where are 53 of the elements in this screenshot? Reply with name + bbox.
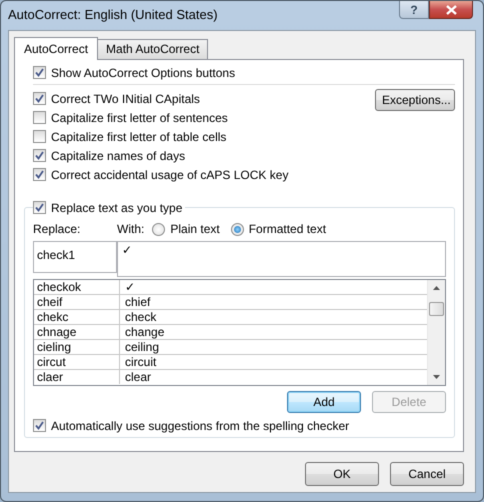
checkbox[interactable]	[33, 168, 46, 181]
table-cell[interactable]: chief	[120, 295, 427, 309]
radio-button[interactable]	[152, 222, 166, 236]
radio-button[interactable]	[230, 222, 244, 236]
scroll-up-icon[interactable]	[433, 286, 440, 290]
table-cell[interactable]: claer	[34, 370, 120, 384]
help-button[interactable]: ?	[399, 1, 429, 19]
table-cell[interactable]: chnage	[34, 325, 120, 339]
table-cell[interactable]: circuit	[120, 355, 427, 369]
close-icon	[446, 4, 456, 14]
checkbox[interactable]	[33, 419, 46, 432]
checkbox-label: Capitalize first letter of sentences	[51, 110, 228, 124]
checkbox-label: Capitalize names of days	[51, 148, 186, 162]
table-cell[interactable]: circut	[34, 355, 120, 369]
checkbox[interactable]	[33, 130, 46, 143]
checkbox-label: Show AutoCorrect Options buttons	[51, 66, 236, 80]
field-label: Replace:	[33, 222, 82, 236]
table-cell[interactable]: ✓	[120, 280, 427, 294]
table-cell[interactable]: chekc	[34, 310, 120, 324]
checkbox[interactable]	[33, 149, 46, 162]
tab[interactable]: Math AutoCorrect	[97, 39, 208, 59]
input-field[interactable]: ✓	[117, 241, 446, 277]
tab[interactable]: AutoCorrect	[14, 37, 98, 60]
table-cell[interactable]: check	[120, 310, 427, 324]
scroll-thumb[interactable]	[429, 302, 444, 316]
checkbox[interactable]	[33, 66, 46, 79]
input-field[interactable]: check1	[33, 241, 117, 273]
checkbox-label: Capitalize first letter of table cells	[51, 130, 226, 144]
checkbox-label: Replace text as you type	[51, 200, 182, 214]
checkbox[interactable]	[33, 111, 46, 124]
close-button[interactable]	[429, 1, 473, 19]
window-title: AutoCorrect: English (United States)	[8, 7, 219, 22]
exceptions-button[interactable]: Exceptions...	[375, 89, 455, 111]
table-cell[interactable]: cheif	[34, 295, 120, 309]
cancel-button[interactable]: Cancel	[390, 462, 464, 486]
checkbox-label: Automatically use suggestions from the spelling checker	[51, 418, 350, 432]
field-label: With:	[117, 222, 144, 236]
checkbox-label: Correct TWo INitial CApitals	[51, 92, 200, 106]
table-cell[interactable]: checkok	[34, 280, 120, 294]
scroll-down-icon[interactable]	[433, 375, 440, 379]
table-cell[interactable]: ceiling	[120, 340, 427, 354]
scrollbar[interactable]	[427, 280, 445, 385]
table-cell[interactable]: clear	[120, 370, 427, 384]
checkbox-label: Correct accidental usage of cAPS LOCK key	[51, 168, 288, 182]
table-cell[interactable]: cieling	[34, 340, 120, 354]
radio-label: Formatted text	[248, 222, 326, 236]
checkbox[interactable]	[33, 92, 46, 105]
replacement-list[interactable]: checkok ✓ cheif chief chekc check chnage change cieling ceiling circut circuit claer clear	[33, 279, 446, 386]
radio-label: Plain text	[170, 222, 220, 236]
table-cell[interactable]: change	[120, 325, 427, 339]
checkbox[interactable]	[33, 201, 46, 214]
ok-button[interactable]: OK	[305, 462, 379, 486]
add-button[interactable]: Add	[287, 391, 361, 413]
